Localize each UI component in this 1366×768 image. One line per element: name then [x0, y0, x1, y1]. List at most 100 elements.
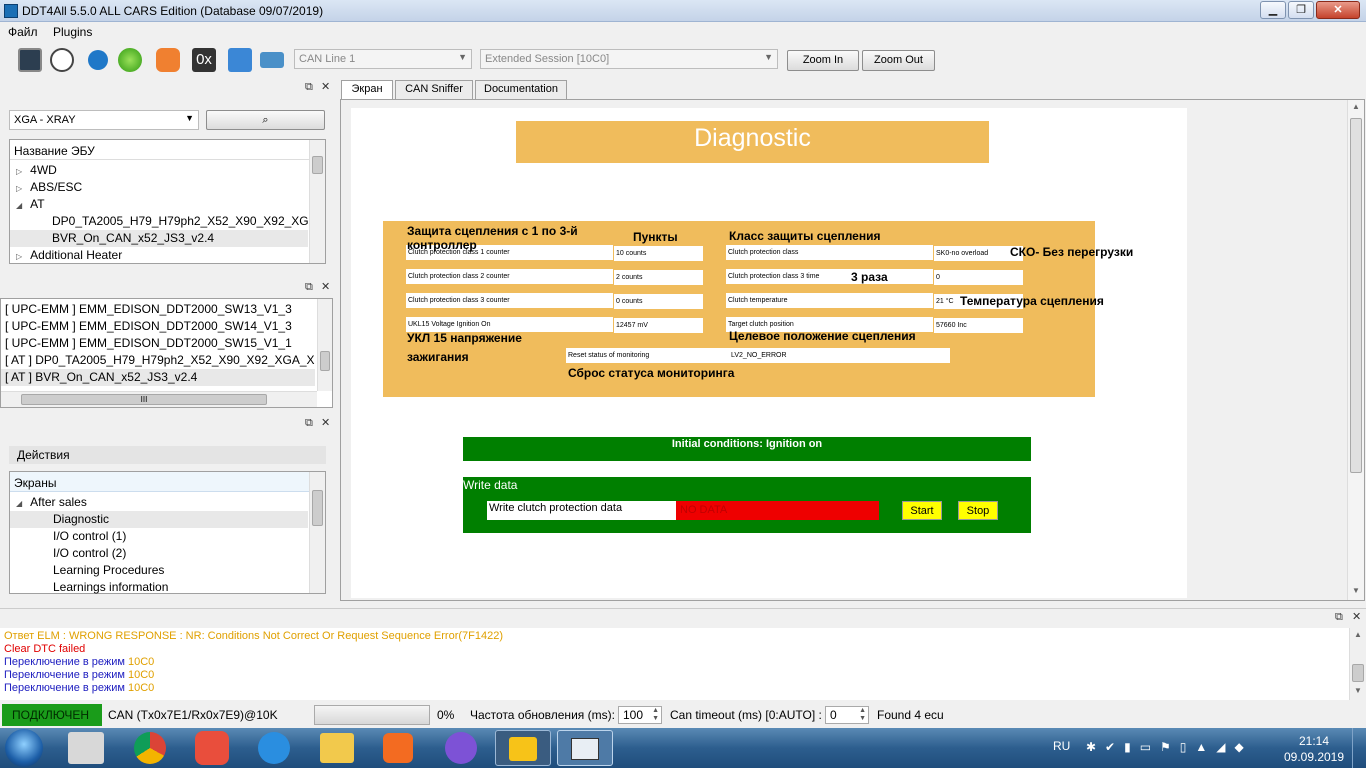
found-dock-header: ⧉ ✕ — [0, 279, 336, 297]
heart-icon[interactable] — [156, 48, 180, 72]
tab-can-sniffer[interactable]: CAN Sniffer — [395, 80, 473, 99]
language-indicator[interactable]: RU — [1053, 739, 1070, 753]
close-icon[interactable]: ✕ — [1352, 610, 1361, 623]
ecu-tree-item[interactable]: ▷ ABS/ESC — [10, 179, 308, 196]
chrome-icon[interactable] — [134, 732, 166, 764]
log-text: Переключение в режим — [4, 669, 128, 681]
ddt4all-icon[interactable] — [557, 730, 613, 766]
annotation-three-times: 3 раза — [851, 270, 888, 284]
maximize-button[interactable]: ❐ — [1288, 1, 1314, 19]
menu-file[interactable]: Файл — [8, 25, 38, 39]
log-text: Переключение в режим — [4, 682, 128, 694]
tray-icons[interactable]: ✱✔▮▭⚑▯▲◢◆ — [1086, 740, 1246, 756]
screen-tree-item[interactable]: I/O control (1) — [10, 528, 308, 545]
found-list-vscroll[interactable] — [317, 299, 332, 391]
viber-icon[interactable] — [445, 732, 477, 764]
found-list-hscroll[interactable]: III — [1, 391, 317, 407]
expander-icon[interactable]: ◢ — [16, 499, 22, 508]
can-timeout-spinbox[interactable]: 0 ▲ ▼ — [825, 706, 869, 724]
ecu-tree-item[interactable]: ▷ Additional Heater — [10, 247, 308, 264]
media-icon[interactable] — [383, 733, 413, 763]
close-button[interactable]: ✕ — [1316, 1, 1360, 19]
zoom-out-button[interactable]: Zoom Out — [862, 50, 935, 71]
float-icon[interactable]: ⧉ — [305, 417, 313, 430]
menu-plugins[interactable]: Plugins — [53, 25, 92, 39]
ecu-tree-item[interactable]: ▷ 4WD — [10, 162, 308, 179]
ecu-tree-item-label: DP0_TA2005_H79_H79ph2_X52_X90_X92_XGA_..… — [52, 214, 308, 228]
start-orb-icon[interactable] — [5, 729, 43, 767]
stop-button[interactable]: Stop — [958, 501, 998, 520]
search-ecu-button[interactable]: ⌕ — [206, 110, 325, 130]
tab-documentation[interactable]: Documentation — [475, 80, 567, 99]
tab-screen[interactable]: Экран — [341, 80, 393, 100]
hex-icon[interactable]: 0x — [192, 48, 216, 72]
param-label: Clutch protection class 3 time — [726, 269, 933, 284]
can-info: CAN (Tx0x7E1/Rx0x7E9)@10K — [108, 708, 278, 722]
expander-icon[interactable]: ▷ — [16, 252, 22, 261]
param-value: 0 counts — [614, 294, 703, 309]
refresh-rate-spinbox[interactable]: 100 ▲ ▼ — [618, 706, 662, 724]
float-icon[interactable]: ⧉ — [1335, 611, 1343, 624]
refresh-icon[interactable] — [88, 50, 108, 70]
scan-ecu-icon[interactable] — [18, 48, 42, 72]
reset-status-label: Reset status of monitoring — [566, 348, 729, 363]
ecu-tree-item[interactable]: ◢ AT — [10, 196, 308, 213]
ecu-tree-item[interactable]: DP0_TA2005_H79_H79ph2_X52_X90_X92_XGA_..… — [10, 213, 308, 230]
log-line: Переключение в режим 10C0 — [4, 656, 154, 669]
ecu-tree-item-label: ABS/ESC — [30, 180, 83, 194]
screen-tree-item-label: I/O control (2) — [53, 546, 127, 560]
menu-bar: Файл Plugins — [0, 22, 1366, 42]
clock-time[interactable]: 21:14 — [1284, 734, 1344, 748]
expander-icon[interactable]: ▷ — [16, 167, 22, 176]
screen-tree-item[interactable]: Diagnostic — [10, 511, 308, 528]
close-icon[interactable]: ✕ — [321, 416, 330, 429]
check-engine-icon[interactable] — [495, 730, 551, 766]
screen-tree-item[interactable]: Learnings information — [10, 579, 308, 596]
float-icon[interactable]: ⧉ — [305, 281, 313, 294]
screen-tree-item[interactable]: I/O control (2) — [10, 545, 308, 562]
annotation-protection-counter: Защита сцепления с 1 по 3-й контроллер — [407, 224, 578, 252]
session-select[interactable]: Extended Session [10C0] ▼ — [480, 49, 778, 69]
float-icon[interactable]: ⧉ — [305, 81, 313, 94]
reset-status-value: LV2_NO_ERROR — [729, 348, 950, 363]
explorer-icon[interactable] — [320, 733, 354, 763]
screen-tree-item-label: I/O control (1) — [53, 529, 127, 543]
minimize-button[interactable]: ▁ — [1260, 1, 1286, 19]
expander-icon[interactable]: ◢ — [16, 201, 22, 210]
calculator-icon[interactable] — [68, 732, 104, 764]
progress-bar — [314, 705, 430, 725]
progress-text: 0% — [437, 708, 455, 722]
zoom-in-button[interactable]: Zoom In — [787, 50, 859, 71]
photo-icon[interactable] — [195, 731, 229, 765]
title-bar: DDT4All 5.5.0 ALL CARS Edition (Database… — [0, 0, 1366, 22]
screens-tree-scrollbar[interactable] — [309, 472, 325, 593]
ecu-tree-item-label: Additional Heater — [30, 248, 123, 262]
found-ecu-item[interactable]: [ UPC-EMM ] EMM_EDISON_DDT2000_SW13_V1_3 — [1, 301, 315, 318]
network-icon[interactable] — [228, 48, 252, 72]
screen-tree-item-label: After sales — [30, 495, 87, 509]
ie-icon[interactable] — [258, 732, 290, 764]
close-icon[interactable]: ✕ — [321, 80, 330, 93]
show-desktop-button[interactable] — [1352, 728, 1366, 768]
found-ecu-item[interactable]: [ AT ] DP0_TA2005_H79_H79ph2_X52_X90_X92… — [1, 352, 315, 369]
clock-date[interactable]: 09.09.2019 — [1282, 750, 1346, 764]
found-ecu-item[interactable]: [ AT ] BVR_On_CAN_x52_JS3_v2.4 — [1, 369, 315, 386]
close-icon[interactable]: ✕ — [321, 280, 330, 293]
connect-icon[interactable] — [118, 48, 142, 72]
ecu-tree-item[interactable]: BVR_On_CAN_x52_JS3_v2.4 — [10, 230, 308, 247]
settings-icon[interactable] — [260, 52, 284, 68]
vehicle-select[interactable]: XGA - XRAY ▼ — [9, 110, 199, 130]
screen-tree-item[interactable]: ◢ After sales — [10, 494, 308, 511]
expander-icon[interactable]: ▷ — [16, 184, 22, 193]
log-vscroll[interactable]: ▲ ▼ — [1349, 628, 1366, 700]
found-ecu-item[interactable]: [ UPC-EMM ] EMM_EDISON_DDT2000_SW14_V1_3 — [1, 318, 315, 335]
screen-tree-item[interactable]: Learning Procedures — [10, 562, 308, 579]
annotation-sko: СКО- Без перегрузки — [1010, 245, 1134, 259]
ecu-tree-scrollbar[interactable] — [309, 140, 325, 263]
can-line-select[interactable]: CAN Line 1 ▼ — [294, 49, 472, 69]
found-ecu-item[interactable]: [ UPC-EMM ] EMM_EDISON_DDT2000_SW15_V1_1 — [1, 335, 315, 352]
screen-vscroll[interactable]: ▲ ▼ — [1347, 100, 1364, 600]
start-button[interactable]: Start — [902, 501, 942, 520]
bug-icon[interactable] — [50, 48, 74, 72]
actions-dock-header: ⧉ ✕ — [0, 415, 336, 433]
